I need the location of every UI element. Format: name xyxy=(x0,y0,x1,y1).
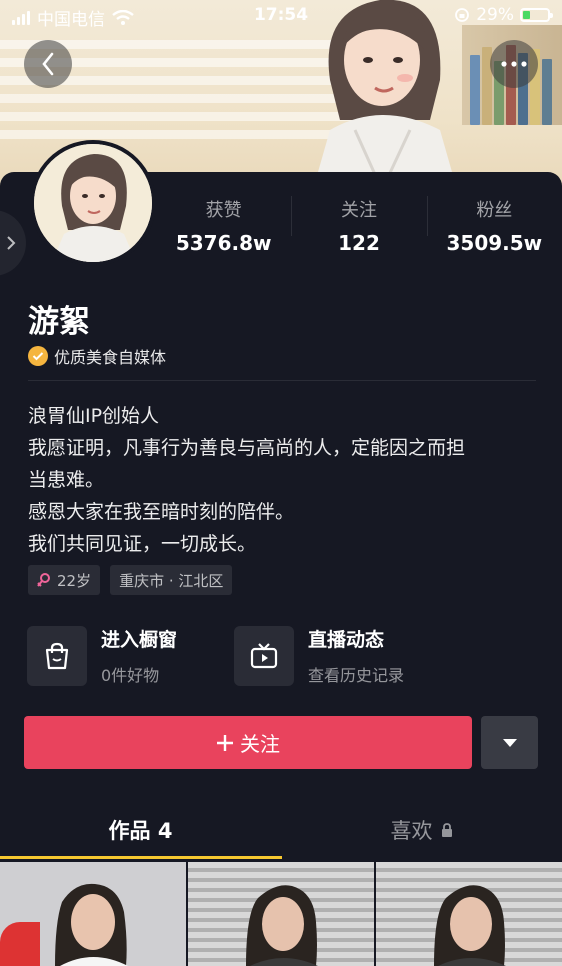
plus-icon xyxy=(217,734,233,751)
age-tag: 22岁 xyxy=(28,565,101,595)
caret-down-icon xyxy=(502,738,517,747)
age-label: 22岁 xyxy=(57,571,92,590)
profile-name: 游絮 xyxy=(28,304,90,340)
recommend-dropdown-button[interactable] xyxy=(481,716,538,769)
live-history-link[interactable]: 直播动态 查看历史记录 xyxy=(234,625,404,686)
live-tv-icon xyxy=(234,625,294,686)
bio-line: 感恩大家在我至暗时刻的陪伴。 xyxy=(28,501,295,523)
back-button[interactable] xyxy=(24,40,72,88)
bio-line: 浪胃仙IP创始人 xyxy=(28,405,160,427)
battery-icon xyxy=(520,8,553,22)
stats-bar: 获赞 5376.8w 关注 122 粉丝 3509.5w xyxy=(156,190,562,260)
shop-window-link[interactable]: 进入橱窗 0件好物 xyxy=(27,625,177,686)
shopping-bag-icon xyxy=(27,625,87,686)
stat-value: 3509.5w xyxy=(446,231,543,255)
stat-label: 粉丝 xyxy=(476,200,513,221)
verification-row: 优质美食自媒体 xyxy=(28,344,166,368)
bio-line: 我们共同见证，一切成长。 xyxy=(28,533,257,555)
avatar[interactable] xyxy=(30,140,156,266)
active-tab-indicator xyxy=(0,856,282,859)
bio-line: 当患难。 xyxy=(28,469,105,491)
status-bar: 中国电信 17:54 29% xyxy=(0,0,562,32)
bio-line: 我愿证明，凡事行为善良与高尚的人，定能因之而担 xyxy=(28,437,466,459)
verification-label: 优质美食自媒体 xyxy=(54,348,167,367)
battery-percent: 29% xyxy=(476,5,514,25)
stat-label: 关注 xyxy=(340,200,377,221)
follow-label: 关注 xyxy=(240,732,280,756)
quick-link-subtitle: 查看历史记录 xyxy=(308,666,405,685)
profile-tags: 22岁 重庆市 · 江北区 xyxy=(28,565,233,595)
location-tag: 重庆市 · 江北区 xyxy=(110,565,233,595)
female-icon xyxy=(37,573,50,587)
location-label: 重庆市 · 江北区 xyxy=(119,571,224,590)
tab-label: 作品 4 xyxy=(108,819,173,843)
lock-icon xyxy=(441,822,452,837)
more-horizontal-icon xyxy=(501,61,527,67)
more-button[interactable] xyxy=(490,40,538,88)
quick-link-subtitle: 0件好物 xyxy=(101,666,160,685)
video-thumbnail[interactable] xyxy=(376,862,562,966)
tab-works[interactable]: 作品 4 xyxy=(0,800,281,860)
stat-value: 122 xyxy=(338,231,380,255)
content-tabs: 作品 4 喜欢 xyxy=(0,800,562,860)
orientation-lock-icon xyxy=(455,8,470,22)
quick-link-title: 进入橱窗 xyxy=(101,629,178,651)
chevron-right-icon xyxy=(7,236,16,250)
stat-followers[interactable]: 粉丝 3509.5w xyxy=(426,190,562,260)
video-thumbnail[interactable] xyxy=(0,862,186,966)
verified-check-icon xyxy=(28,346,48,366)
tab-likes[interactable]: 喜欢 xyxy=(281,800,562,860)
quick-link-title: 直播动态 xyxy=(308,629,385,651)
divider xyxy=(28,380,536,381)
tab-label: 喜欢 xyxy=(390,819,433,843)
follow-button[interactable]: 关注 xyxy=(24,716,472,769)
profile-bio: 浪胃仙IP创始人 我愿证明，凡事行为善良与高尚的人，定能因之而担 当患难。 感恩… xyxy=(28,400,538,560)
chevron-left-icon xyxy=(42,52,54,76)
stat-following[interactable]: 关注 122 xyxy=(291,190,426,260)
stat-value: 5376.8w xyxy=(175,231,272,255)
avatar-illustration xyxy=(34,144,152,262)
video-thumbnail[interactable] xyxy=(188,862,374,966)
stat-label: 获赞 xyxy=(205,200,242,221)
stat-likes[interactable]: 获赞 5376.8w xyxy=(156,190,291,260)
video-grid xyxy=(0,862,562,966)
